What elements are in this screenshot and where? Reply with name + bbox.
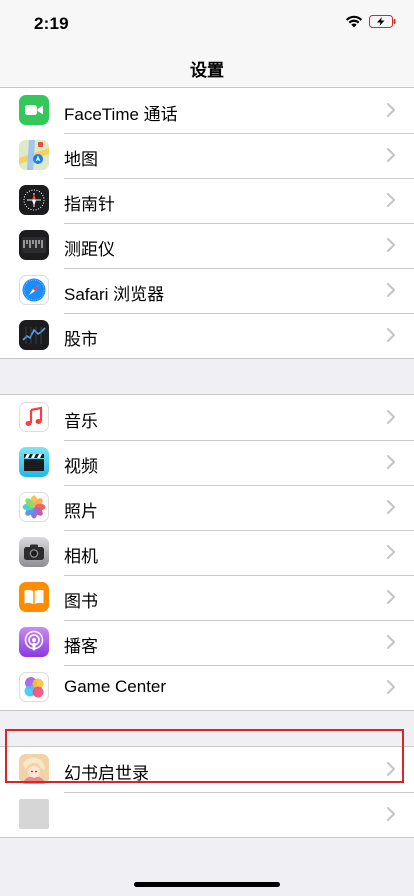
settings-group-media-apps: 音乐 视频 照片 相机 图书 播客 Game Center [0,394,414,711]
facetime-icon [19,95,49,125]
settings-row-game-center[interactable]: Game Center [0,665,414,710]
settings-row-label: 照片 [64,502,98,521]
settings-row-photos[interactable]: 照片 [0,485,414,530]
stocks-icon [19,320,49,350]
settings-row-label: 图书 [64,592,98,611]
safari-icon [19,275,49,305]
settings-row-facetime[interactable]: FaceTime 通话 [0,88,414,133]
settings-row-compass[interactable]: 指南针 [0,178,414,223]
navigation-bar: 设置 [0,44,414,88]
chevron-right-icon [387,410,395,424]
chevron-right-icon [387,545,395,559]
chevron-right-icon [387,103,395,117]
settings-row-books[interactable]: 图书 [0,575,414,620]
maps-icon [19,140,49,170]
chevron-right-icon [387,328,395,342]
settings-row-measure[interactable]: 测距仪 [0,223,414,268]
camera-icon [19,537,49,567]
status-time: 2:19 [34,14,69,33]
settings-row-label: 指南针 [64,195,115,214]
settings-row-maps[interactable]: 地图 [0,133,414,178]
podcasts-icon [19,627,49,657]
settings-group-third-party-apps: 幻书启世录 [0,746,414,838]
wifi-icon [345,15,363,28]
chevron-right-icon [387,148,395,162]
settings-row-camera[interactable]: 相机 [0,530,414,575]
settings-row-label: FaceTime 通话 [64,105,178,124]
settings-row-label: 测距仪 [64,240,115,259]
settings-row-blank-app[interactable] [0,792,414,837]
game-center-icon [19,672,49,702]
battery-charging-icon [369,15,396,28]
chevron-right-icon [387,283,395,297]
chevron-right-icon [387,238,395,252]
home-indicator [134,882,280,887]
music-icon [19,402,49,432]
settings-row-safari[interactable]: Safari 浏览器 [0,268,414,313]
measure-icon [19,230,49,260]
chevron-right-icon [387,455,395,469]
chevron-right-icon [387,193,395,207]
settings-row-huanshu-app[interactable]: 幻书启世录 [0,747,414,792]
compass-icon [19,185,49,215]
chevron-right-icon [387,680,395,694]
settings-group-apple-utilities: FaceTime 通话 地图 指南针 测距仪 Safari 浏览器 股市 [0,88,414,359]
chevron-right-icon [387,807,395,821]
settings-row-label: 幻书启世录 [64,764,149,783]
settings-row-music[interactable]: 音乐 [0,395,414,440]
settings-list: FaceTime 通话 地图 指南针 测距仪 Safari 浏览器 股市 音乐 … [0,88,414,838]
settings-row-label: 音乐 [64,412,98,431]
page-title: 设置 [190,61,224,80]
settings-row-label: 相机 [64,547,98,566]
settings-row-videos[interactable]: 视频 [0,440,414,485]
status-bar: 2:19 [0,0,414,44]
settings-row-podcasts[interactable]: 播客 [0,620,414,665]
photos-icon [19,492,49,522]
settings-row-label: Game Center [64,677,167,696]
chevron-right-icon [387,500,395,514]
settings-row-label: 地图 [64,150,98,169]
settings-row-label: 播客 [64,637,98,656]
blank-app-icon [19,799,49,829]
chevron-right-icon [387,762,395,776]
settings-row-label: 视频 [64,457,98,476]
chevron-right-icon [387,590,395,604]
huanshu-app-icon [19,754,49,784]
settings-row-stocks[interactable]: 股市 [0,313,414,358]
status-icons [345,15,396,28]
settings-row-label: Safari 浏览器 [64,285,165,304]
chevron-right-icon [387,635,395,649]
videos-icon [19,447,49,477]
settings-row-label: 股市 [64,330,98,349]
books-icon [19,582,49,612]
